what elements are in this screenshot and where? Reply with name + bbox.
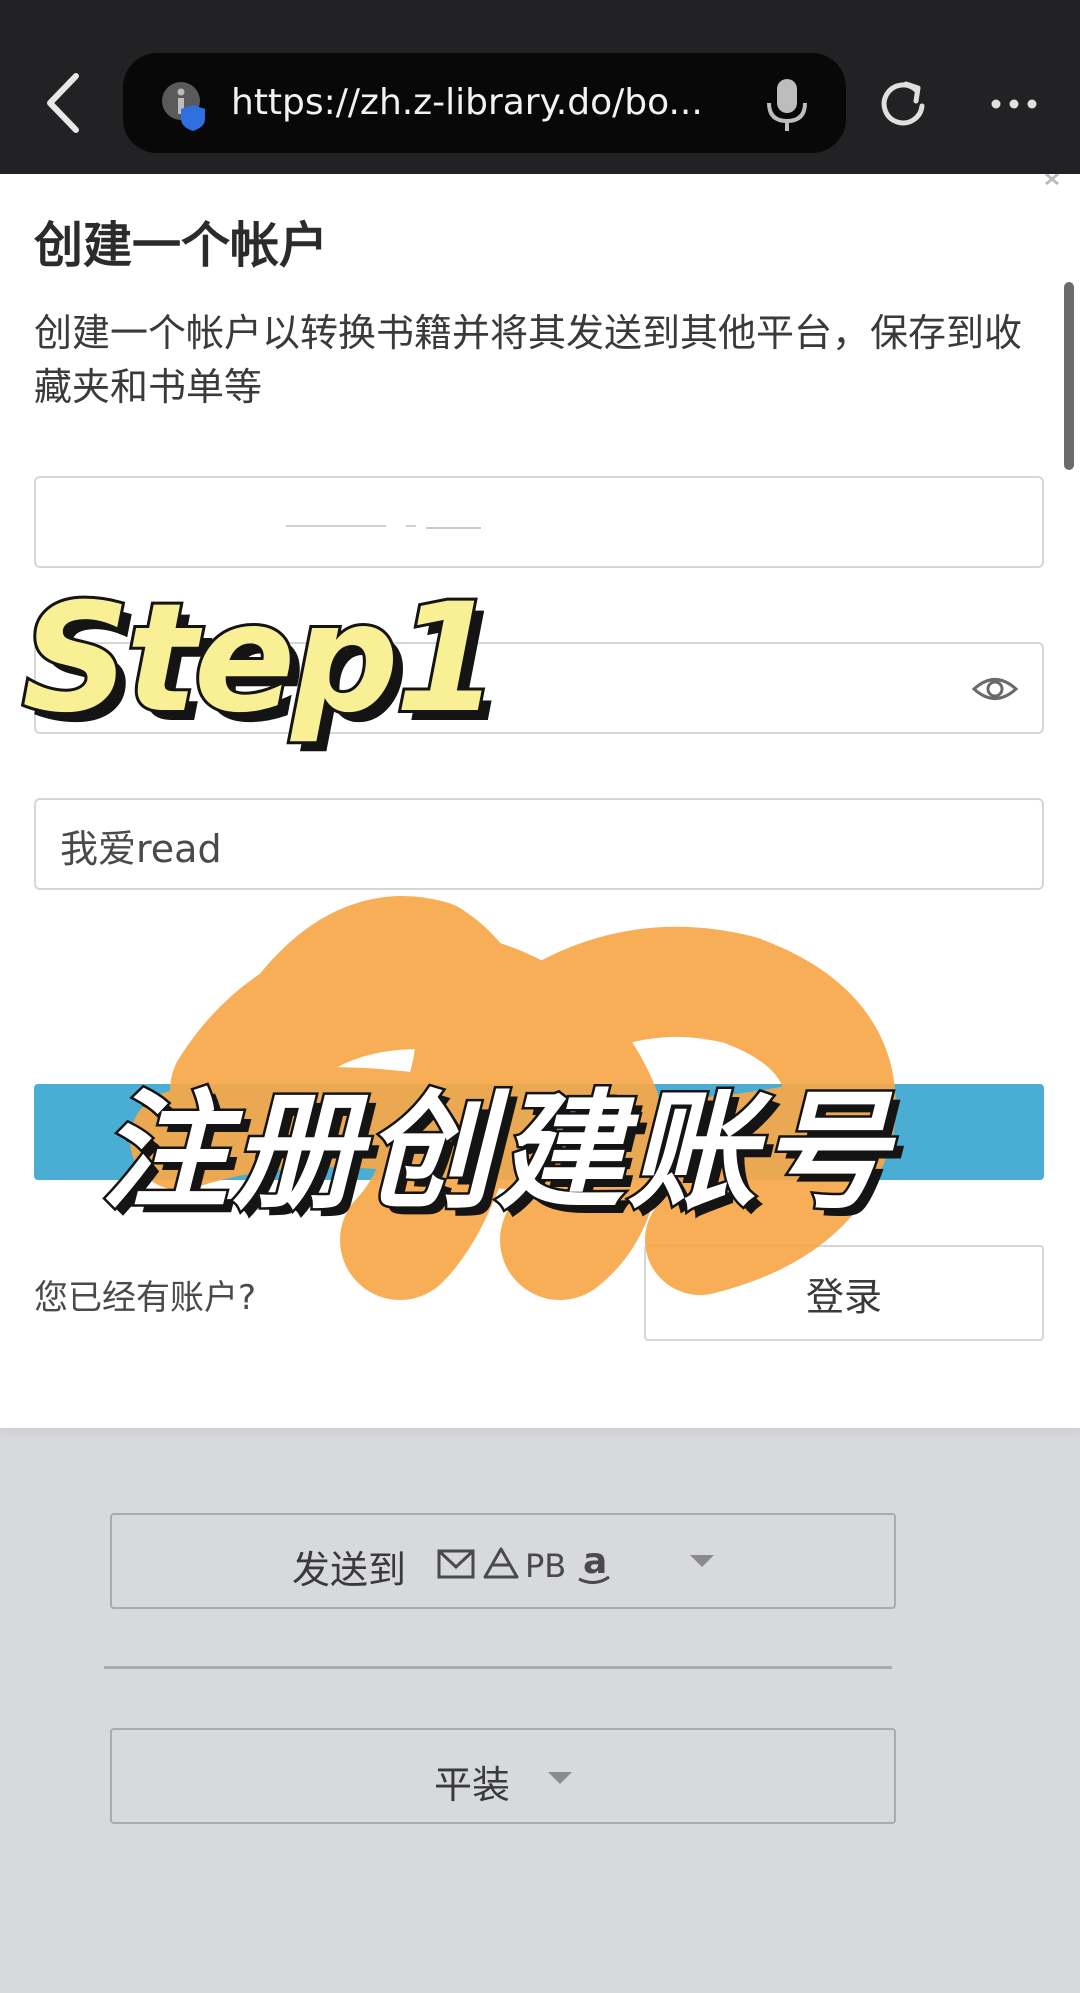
microphone-icon[interactable] bbox=[763, 77, 811, 133]
reload-icon[interactable] bbox=[876, 76, 932, 132]
more-options-icon[interactable] bbox=[990, 94, 1038, 114]
google-drive-icon bbox=[483, 1547, 519, 1579]
format-label: 平装 bbox=[434, 1763, 511, 1807]
modal-scrollbar[interactable] bbox=[1064, 282, 1074, 470]
modal-description: 创建一个帐户以转换书籍并将其发送到其他平台，保存到收藏夹和书单等 bbox=[34, 311, 1023, 409]
browser-toolbar: https://zh.z-library.do/bo... bbox=[0, 0, 1080, 174]
address-bar[interactable]: https://zh.z-library.do/bo... bbox=[123, 53, 846, 153]
signin-prompt: 您已经有账户? bbox=[34, 1278, 257, 1318]
url-text[interactable]: https://zh.z-library.do/bo... bbox=[231, 79, 731, 127]
format-dropdown[interactable]: 平装 bbox=[110, 1728, 896, 1824]
name-field[interactable] bbox=[34, 798, 1044, 890]
amazon-icon: a bbox=[578, 1543, 610, 1584]
pocketbook-label: PB bbox=[525, 1547, 566, 1585]
svg-text:a: a bbox=[583, 1543, 607, 1582]
login-button[interactable]: 登录 bbox=[644, 1245, 1044, 1341]
email-field[interactable] bbox=[34, 476, 1044, 568]
close-icon[interactable] bbox=[1042, 174, 1070, 186]
divider bbox=[104, 1666, 892, 1669]
redacted-text bbox=[286, 525, 481, 529]
send-target-icons: PB a bbox=[437, 1543, 610, 1585]
eye-icon[interactable] bbox=[972, 670, 1018, 708]
back-icon[interactable] bbox=[40, 68, 90, 138]
send-to-dropdown[interactable]: 发送到 PB a bbox=[110, 1513, 896, 1609]
site-info-icon[interactable] bbox=[161, 81, 209, 131]
mail-icon bbox=[437, 1549, 475, 1579]
modal-title: 创建一个帐户 bbox=[34, 217, 329, 274]
name-input[interactable] bbox=[58, 816, 962, 874]
create-account-modal: 创建一个帐户 创建一个帐户以转换书籍并将其发送到其他平台，保存到收藏夹和书单等 … bbox=[0, 174, 1080, 1428]
step-overlay-text: Step1 bbox=[19, 569, 502, 749]
headline-overlay-text: 注册创建账号 bbox=[97, 1076, 893, 1230]
chevron-down-icon bbox=[548, 1772, 572, 1784]
chevron-down-icon bbox=[690, 1555, 714, 1567]
send-to-label: 发送到 bbox=[292, 1548, 407, 1592]
